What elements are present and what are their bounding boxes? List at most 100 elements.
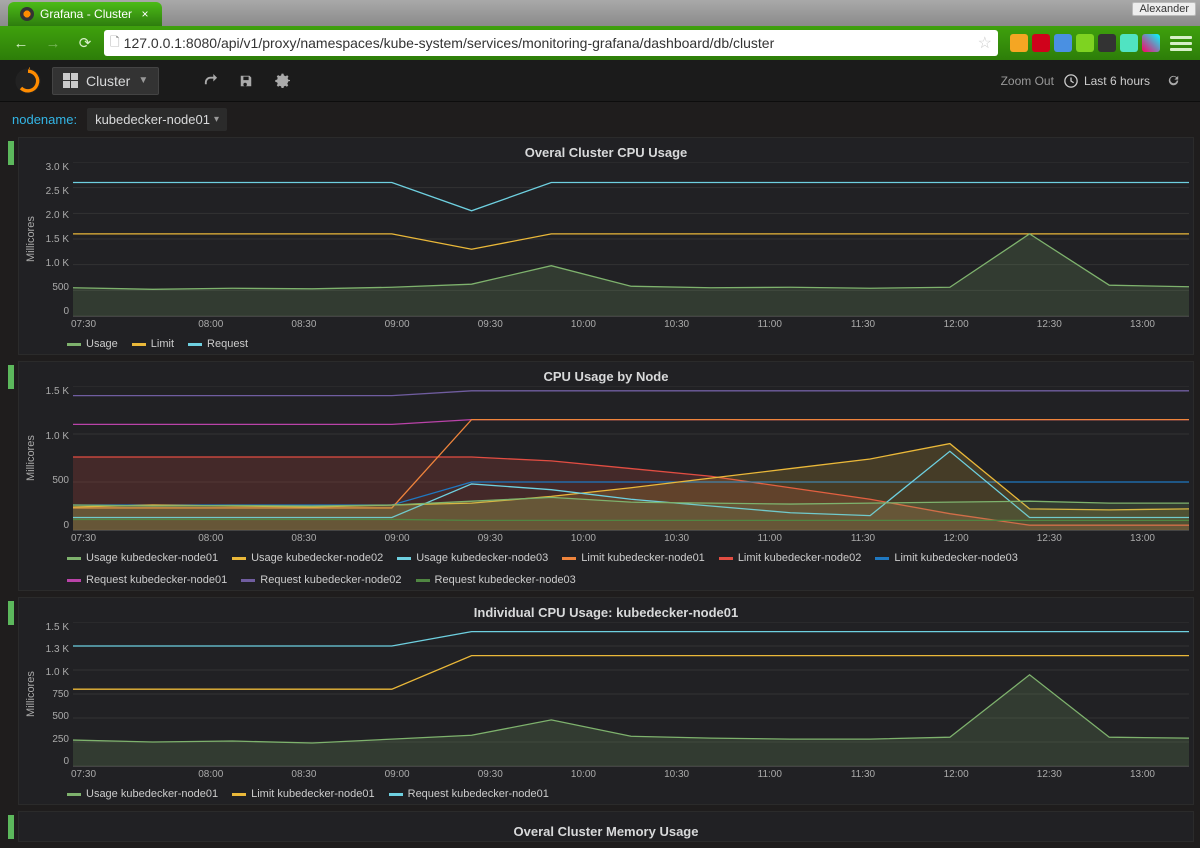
url-bar[interactable]: 🗋 ☆	[104, 30, 998, 56]
legend-label: Request kubedecker-node01	[86, 574, 227, 586]
favicon	[20, 7, 34, 21]
legend-label: Usage kubedecker-node01	[86, 552, 218, 564]
y-axis-ticks: 1.5 K1.3 K1.0 K7505002500	[39, 622, 73, 767]
legend-item[interactable]: Limit kubedecker-node03	[875, 552, 1018, 564]
legend: Usage kubedecker-node01 Usage kubedecker-…	[23, 548, 1189, 588]
row-handle[interactable]	[8, 141, 14, 165]
legend-label: Limit kubedecker-node01	[581, 552, 705, 564]
dashboard-body: Overal Cluster CPU Usage Millicores 3.0 …	[0, 137, 1200, 842]
reload-button[interactable]: ⟳	[72, 30, 98, 56]
legend-item[interactable]: Usage kubedecker-node03	[397, 552, 548, 564]
chart-area[interactable]: Millicores 1.5 K1.3 K1.0 K7505002500	[23, 622, 1189, 767]
legend-item[interactable]: Request kubedecker-node03	[416, 574, 576, 586]
panel-title[interactable]: Overal Cluster Memory Usage	[23, 816, 1189, 841]
row-handle[interactable]	[8, 365, 14, 389]
tab-title: Grafana - Cluster	[40, 7, 132, 21]
legend-label: Limit kubedecker-node03	[894, 552, 1018, 564]
y-axis-label: Millicores	[23, 622, 39, 767]
save-button[interactable]	[233, 68, 259, 94]
browser-nav-bar: ← → ⟳ 🗋 ☆	[0, 26, 1200, 60]
y-axis-ticks: 3.0 K2.5 K2.0 K1.5 K1.0 K5000	[39, 162, 73, 317]
legend-item[interactable]: Limit kubedecker-node01	[562, 552, 705, 564]
grafana-header: Cluster ▼ Zoom Out Last 6 hours	[0, 60, 1200, 102]
tab-close-icon[interactable]: ×	[138, 7, 152, 21]
time-range-label: Last 6 hours	[1084, 74, 1150, 88]
row-handle[interactable]	[8, 815, 14, 839]
ext-icon-5[interactable]	[1098, 34, 1116, 52]
legend-item[interactable]: Request kubedecker-node01	[67, 574, 227, 586]
panel-title[interactable]: Individual CPU Usage: kubedecker-node01	[23, 602, 1189, 622]
legend-label: Limit kubedecker-node01	[251, 788, 375, 800]
page-icon: 🗋	[110, 33, 120, 54]
legend-item[interactable]: Limit kubedecker-node01	[232, 788, 375, 800]
browser-menu-button[interactable]	[1170, 36, 1192, 51]
back-button[interactable]: ←	[8, 30, 34, 56]
chart-area[interactable]: Millicores 3.0 K2.5 K2.0 K1.5 K1.0 K5000	[23, 162, 1189, 317]
chart-area[interactable]: Millicores 1.5 K1.0 K5000	[23, 386, 1189, 531]
panel-memory-overall: Overal Cluster Memory Usage	[18, 811, 1194, 842]
legend-label: Request	[207, 338, 248, 350]
legend-label: Limit	[151, 338, 174, 350]
legend-item[interactable]: Limit	[132, 338, 174, 350]
settings-button[interactable]	[269, 68, 295, 94]
legend-item[interactable]: Request kubedecker-node02	[241, 574, 401, 586]
dashboard-picker[interactable]: Cluster ▼	[52, 67, 159, 95]
ext-icon-3[interactable]	[1054, 34, 1072, 52]
x-axis-ticks: 07:3008:0008:3009:0009:3010:0010:3011:00…	[71, 531, 1189, 548]
legend-swatch	[875, 557, 889, 560]
template-var-value: kubedecker-node01	[95, 112, 210, 127]
legend-item[interactable]: Limit kubedecker-node02	[719, 552, 862, 564]
clock-icon	[1064, 74, 1078, 88]
legend-swatch	[132, 343, 146, 346]
browser-user-badge[interactable]: Alexander	[1132, 2, 1196, 16]
y-axis-label: Millicores	[23, 386, 39, 531]
legend-swatch	[389, 793, 403, 796]
url-input[interactable]	[124, 35, 974, 51]
ext-icon-7[interactable]	[1142, 34, 1160, 52]
template-var-selector[interactable]: kubedecker-node01 ▾	[87, 108, 227, 131]
legend-item[interactable]: Request kubedecker-node01	[389, 788, 549, 800]
legend-label: Usage kubedecker-node03	[416, 552, 548, 564]
ext-icon-4[interactable]	[1076, 34, 1094, 52]
browser-chrome: Grafana - Cluster × Alexander ← → ⟳ 🗋 ☆	[0, 0, 1200, 60]
legend-label: Usage kubedecker-node01	[86, 788, 218, 800]
legend-label: Request kubedecker-node02	[260, 574, 401, 586]
panel-cpu-by-node: CPU Usage by Node Millicores 1.5 K1.0 K5…	[18, 361, 1194, 591]
legend-item[interactable]: Usage kubedecker-node01	[67, 788, 218, 800]
time-range-picker[interactable]: Last 6 hours	[1064, 74, 1150, 88]
zoom-out-button[interactable]: Zoom Out	[1001, 74, 1054, 88]
legend-swatch	[719, 557, 733, 560]
legend-item[interactable]: Usage kubedecker-node02	[232, 552, 383, 564]
plot[interactable]	[73, 386, 1189, 531]
legend-label: Request kubedecker-node01	[408, 788, 549, 800]
legend-swatch	[397, 557, 411, 560]
browser-tab[interactable]: Grafana - Cluster ×	[8, 2, 162, 26]
legend-label: Usage kubedecker-node02	[251, 552, 383, 564]
share-button[interactable]	[197, 68, 223, 94]
bookmark-icon[interactable]: ☆	[978, 33, 992, 53]
ext-icon-1[interactable]	[1010, 34, 1028, 52]
plot[interactable]	[73, 622, 1189, 767]
row-handle[interactable]	[8, 601, 14, 625]
browser-tab-bar: Grafana - Cluster × Alexander	[0, 0, 1200, 26]
y-axis-ticks: 1.5 K1.0 K5000	[39, 386, 73, 531]
legend-item[interactable]: Usage kubedecker-node01	[67, 552, 218, 564]
legend-swatch	[241, 579, 255, 582]
forward-button[interactable]: →	[40, 30, 66, 56]
plot[interactable]	[73, 162, 1189, 317]
grafana-logo-icon[interactable]	[14, 67, 42, 95]
legend-swatch	[188, 343, 202, 346]
ext-icon-2[interactable]	[1032, 34, 1050, 52]
refresh-button[interactable]	[1160, 68, 1186, 94]
ext-icon-6[interactable]	[1120, 34, 1138, 52]
grid-icon	[63, 73, 78, 88]
legend-swatch	[67, 343, 81, 346]
panel-cpu-overall: Overal Cluster CPU Usage Millicores 3.0 …	[18, 137, 1194, 355]
panel-title[interactable]: Overal Cluster CPU Usage	[23, 142, 1189, 162]
legend-item[interactable]: Usage	[67, 338, 118, 350]
legend-item[interactable]: Request	[188, 338, 248, 350]
legend-swatch	[67, 793, 81, 796]
template-var-label: nodename:	[12, 112, 77, 127]
panel-title[interactable]: CPU Usage by Node	[23, 366, 1189, 386]
legend-swatch	[232, 793, 246, 796]
